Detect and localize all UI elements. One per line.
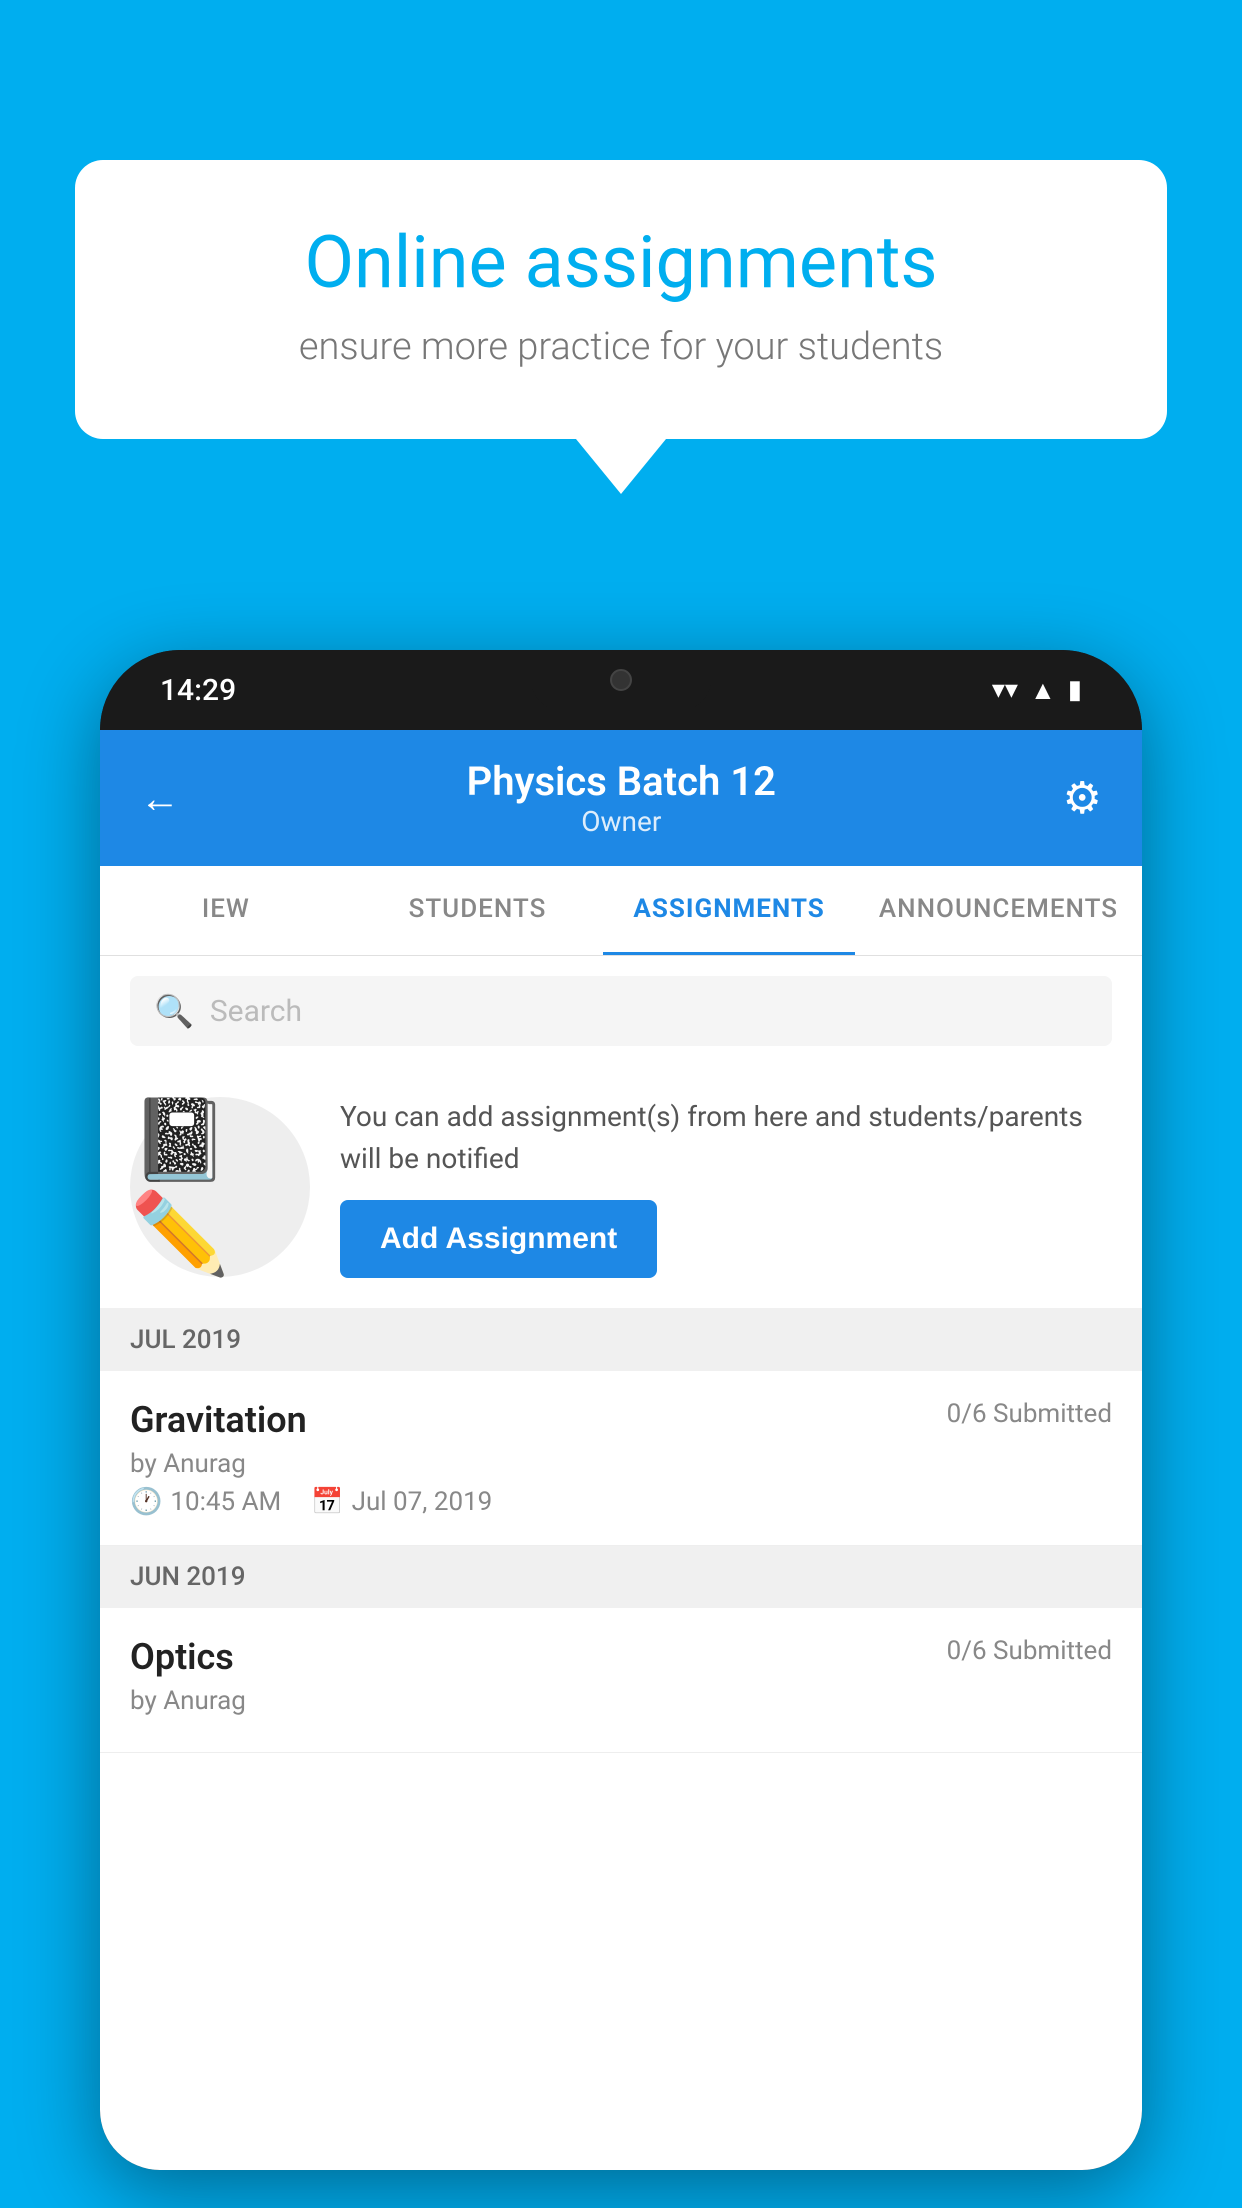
section-header-jun: JUN 2019 xyxy=(100,1546,1142,1608)
promo-content: You can add assignment(s) from here and … xyxy=(340,1096,1112,1278)
assignment-by: by Anurag xyxy=(130,1449,1112,1479)
clock: 14:29 xyxy=(160,673,236,708)
speech-bubble: Online assignments ensure more practice … xyxy=(75,160,1167,439)
search-container: 🔍 Search xyxy=(100,956,1142,1066)
speech-bubble-container: Online assignments ensure more practice … xyxy=(75,160,1167,494)
tab-assignments[interactable]: ASSIGNMENTS xyxy=(603,866,855,955)
promo-section: 📓✏️ You can add assignment(s) from here … xyxy=(100,1066,1142,1309)
app-header: ← Physics Batch 12 Owner ⚙ xyxy=(100,730,1142,866)
calendar-icon: 📅 xyxy=(311,1487,343,1517)
assignment-by-optics: by Anurag xyxy=(130,1686,1112,1716)
scroll-content: JUL 2019 Gravitation 0/6 Submitted by An… xyxy=(100,1309,1142,2170)
front-camera xyxy=(610,669,632,691)
assignment-details: 🕐 10:45 AM 📅 Jul 07, 2019 xyxy=(130,1487,1112,1517)
speech-bubble-subtitle: ensure more practice for your students xyxy=(145,325,1097,369)
notch xyxy=(531,650,711,710)
assignment-date: 📅 Jul 07, 2019 xyxy=(311,1487,492,1517)
header-title: Physics Batch 12 xyxy=(467,758,776,805)
back-button[interactable]: ← xyxy=(140,775,180,822)
tab-announcements[interactable]: ANNOUNCEMENTS xyxy=(855,866,1142,955)
assignment-item-top-optics: Optics 0/6 Submitted xyxy=(130,1636,1112,1678)
speech-bubble-tail xyxy=(576,439,666,494)
clock-icon: 🕐 xyxy=(130,1487,162,1517)
tab-iew[interactable]: IEW xyxy=(100,866,352,955)
section-header-jul: JUL 2019 xyxy=(100,1309,1142,1371)
phone-frame: 14:29 ▾▾ ▲ ▮ ← Physics Batch 12 Owner ⚙ xyxy=(100,650,1142,2170)
promo-icon-circle: 📓✏️ xyxy=(130,1097,310,1277)
signal-icon: ▲ xyxy=(1030,675,1056,706)
assignment-name-optics: Optics xyxy=(130,1636,234,1678)
notebook-icon: 📓✏️ xyxy=(130,1093,310,1281)
tabs-container: IEW STUDENTS ASSIGNMENTS ANNOUNCEMENTS xyxy=(100,866,1142,956)
phone-container: 14:29 ▾▾ ▲ ▮ ← Physics Batch 12 Owner ⚙ xyxy=(100,650,1142,2208)
search-input[interactable]: Search xyxy=(210,994,302,1029)
search-bar[interactable]: 🔍 Search xyxy=(130,976,1112,1046)
add-assignment-button[interactable]: Add Assignment xyxy=(340,1200,657,1278)
assignment-item-gravitation[interactable]: Gravitation 0/6 Submitted by Anurag 🕐 10… xyxy=(100,1371,1142,1546)
assignment-submitted: 0/6 Submitted xyxy=(947,1399,1112,1429)
header-center: Physics Batch 12 Owner xyxy=(467,758,776,838)
speech-bubble-title: Online assignments xyxy=(145,220,1097,305)
assignment-submitted-optics: 0/6 Submitted xyxy=(947,1636,1112,1666)
status-icons: ▾▾ ▲ ▮ xyxy=(992,675,1082,706)
settings-icon[interactable]: ⚙ xyxy=(1063,772,1102,824)
assignment-item-top: Gravitation 0/6 Submitted xyxy=(130,1399,1112,1441)
assignment-name: Gravitation xyxy=(130,1399,307,1441)
assignment-item-optics[interactable]: Optics 0/6 Submitted by Anurag xyxy=(100,1608,1142,1753)
tab-students[interactable]: STUDENTS xyxy=(352,866,604,955)
wifi-icon: ▾▾ xyxy=(992,675,1018,705)
status-bar: 14:29 ▾▾ ▲ ▮ xyxy=(100,650,1142,730)
header-subtitle: Owner xyxy=(467,805,776,838)
assignment-time: 🕐 10:45 AM xyxy=(130,1487,281,1517)
battery-icon: ▮ xyxy=(1068,675,1082,705)
search-icon: 🔍 xyxy=(154,992,194,1030)
app-screen: ← Physics Batch 12 Owner ⚙ IEW STUDENTS … xyxy=(100,730,1142,2170)
promo-text: You can add assignment(s) from here and … xyxy=(340,1096,1112,1180)
